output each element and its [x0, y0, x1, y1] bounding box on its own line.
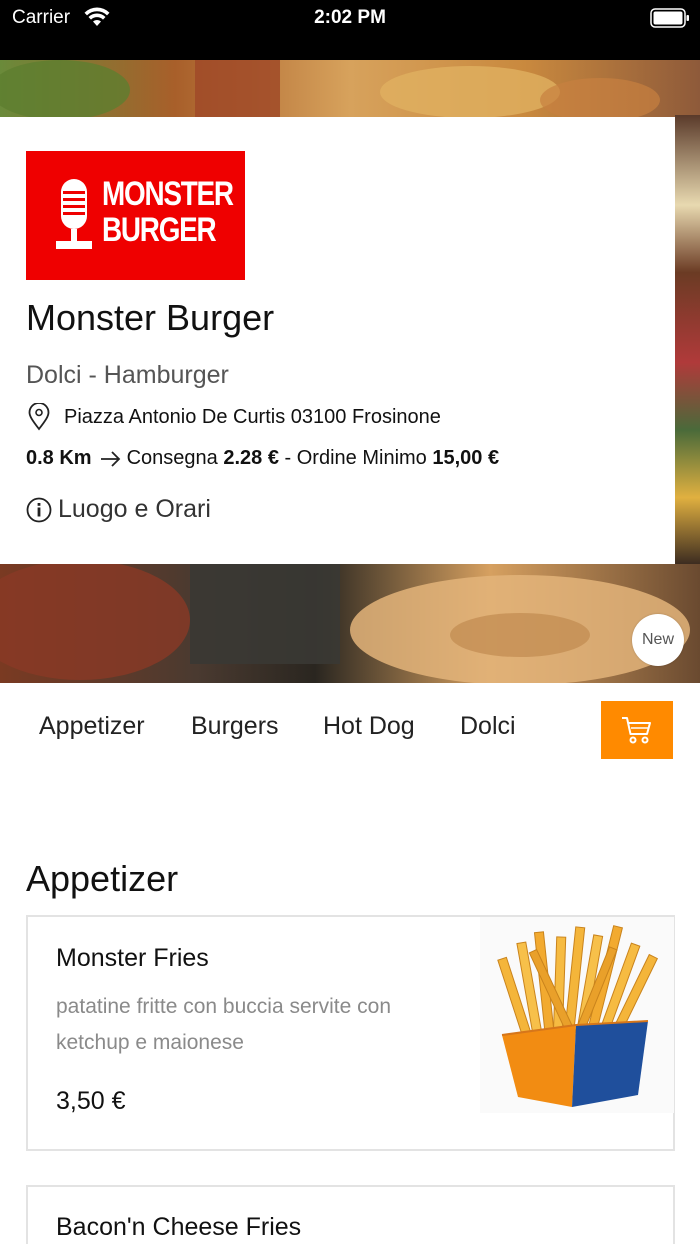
tab-appetizer[interactable]: Appetizer: [39, 712, 145, 741]
location-hours-label: Luogo e Orari: [58, 495, 211, 523]
distance-value: 0.8 Km: [26, 447, 92, 469]
min-order-label: Ordine Minimo: [296, 447, 427, 469]
logo-line-2: BURGER: [102, 211, 217, 249]
cart-button[interactable]: [601, 701, 673, 759]
new-badge: New: [632, 614, 684, 666]
cart-icon: [622, 717, 651, 744]
delivery-separator: -: [284, 447, 292, 469]
fries-image: [480, 917, 674, 1113]
delivery-label: Consegna: [126, 447, 218, 469]
restaurant-info-card: MONSTER BURGER Monster Burger Dolci - Ha…: [0, 117, 675, 564]
product-description: patatine fritte con buccia servite con k…: [56, 995, 392, 1054]
product-price: 3,50 €: [56, 1087, 126, 1115]
delivery-fee: 2.28 €: [223, 447, 279, 469]
delivery-info: 0.8 Km Consegna 2.28 € - Ordine Minimo 1…: [26, 447, 499, 470]
category-tabs: Appetizer Burgers Hot Dog Dolci: [0, 700, 700, 760]
product-card[interactable]: Monster Fries patatine fritte con buccia…: [26, 915, 675, 1151]
restaurant-name: Monster Burger: [26, 297, 275, 338]
tab-dolci[interactable]: Dolci: [460, 712, 516, 741]
info-icon: [26, 497, 52, 522]
logo-line-1: MONSTER: [102, 175, 234, 213]
microphone-icon: [56, 179, 92, 249]
logo-wordmark: MONSTER BURGER: [102, 175, 234, 249]
product-card[interactable]: Bacon'n Cheese Fries: [26, 1185, 675, 1244]
section-title: Appetizer: [26, 858, 179, 899]
product-name: Monster Fries: [56, 944, 209, 972]
tab-hot-dog[interactable]: Hot Dog: [323, 712, 415, 741]
arrow-right-icon: [100, 450, 120, 467]
location-hours-link[interactable]: Luogo e Orari: [26, 495, 211, 524]
product-name: Bacon'n Cheese Fries: [56, 1213, 302, 1241]
status-bar: Carrier 2:02 PM: [0, 0, 700, 60]
map-pin-icon: [28, 403, 50, 431]
restaurant-address: Piazza Antonio De Curtis 03100 Frosinone: [64, 405, 441, 428]
restaurant-categories: Dolci - Hamburger: [26, 361, 229, 389]
address-row: Piazza Antonio De Curtis 03100 Frosinone: [26, 402, 441, 432]
min-order-value: 15,00 €: [432, 447, 500, 469]
battery-icon: [650, 8, 689, 28]
restaurant-logo: MONSTER BURGER: [26, 151, 245, 280]
tab-burgers[interactable]: Burgers: [191, 712, 279, 741]
clock-time: 2:02 PM: [314, 7, 386, 28]
